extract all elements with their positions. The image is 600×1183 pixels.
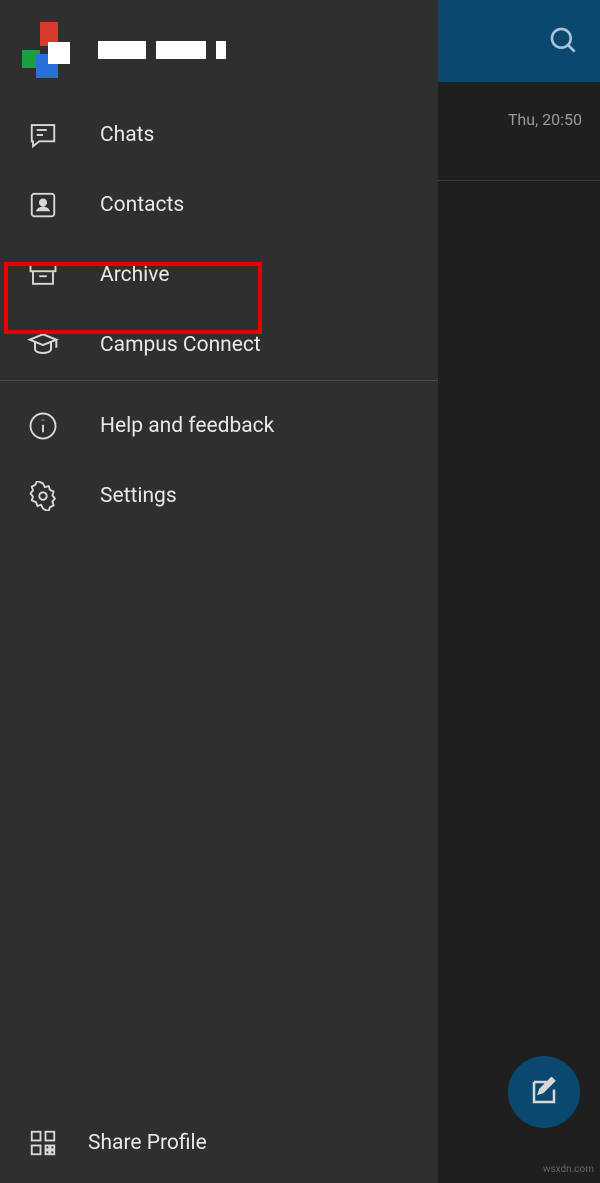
- menu-item-settings[interactable]: Settings: [0, 461, 438, 531]
- contacts-icon: [26, 188, 60, 222]
- menu-label: Contacts: [100, 193, 184, 217]
- profile-name: [98, 41, 226, 59]
- archive-icon: [26, 258, 60, 292]
- footer-label: Share Profile: [88, 1131, 207, 1155]
- menu-label: Chats: [100, 123, 154, 147]
- compose-icon: [529, 1077, 559, 1107]
- campus-icon: [26, 328, 60, 362]
- timestamp: Thu, 20:50: [508, 110, 582, 129]
- menu-label: Archive: [100, 263, 169, 287]
- compose-fab[interactable]: [508, 1056, 580, 1128]
- info-icon: [26, 409, 60, 443]
- menu-label: Help and feedback: [100, 414, 274, 438]
- share-profile-button[interactable]: Share Profile: [0, 1103, 438, 1183]
- watermark: wsxdn.com: [543, 1164, 594, 1175]
- background-content-area: Thu, 20:50: [438, 0, 600, 1183]
- app-logo: [22, 22, 78, 78]
- menu-item-campus-connect[interactable]: Campus Connect: [0, 310, 438, 380]
- background-divider: [438, 180, 600, 181]
- menu-section-primary: Chats Contacts Archive: [0, 100, 438, 380]
- search-button[interactable]: [548, 25, 580, 61]
- drawer-header[interactable]: [0, 0, 438, 100]
- menu-label: Campus Connect: [100, 333, 261, 357]
- search-icon: [548, 25, 580, 57]
- menu-section-secondary: Help and feedback Settings: [0, 381, 438, 531]
- qr-code-icon: [26, 1126, 60, 1160]
- chat-icon: [26, 118, 60, 152]
- gear-icon: [26, 479, 60, 513]
- menu-item-contacts[interactable]: Contacts: [0, 170, 438, 240]
- menu-item-chats[interactable]: Chats: [0, 100, 438, 170]
- menu-item-archive[interactable]: Archive: [0, 240, 438, 310]
- menu-item-help[interactable]: Help and feedback: [0, 391, 438, 461]
- menu-label: Settings: [100, 484, 177, 508]
- navigation-drawer: Chats Contacts Archive: [0, 0, 438, 1183]
